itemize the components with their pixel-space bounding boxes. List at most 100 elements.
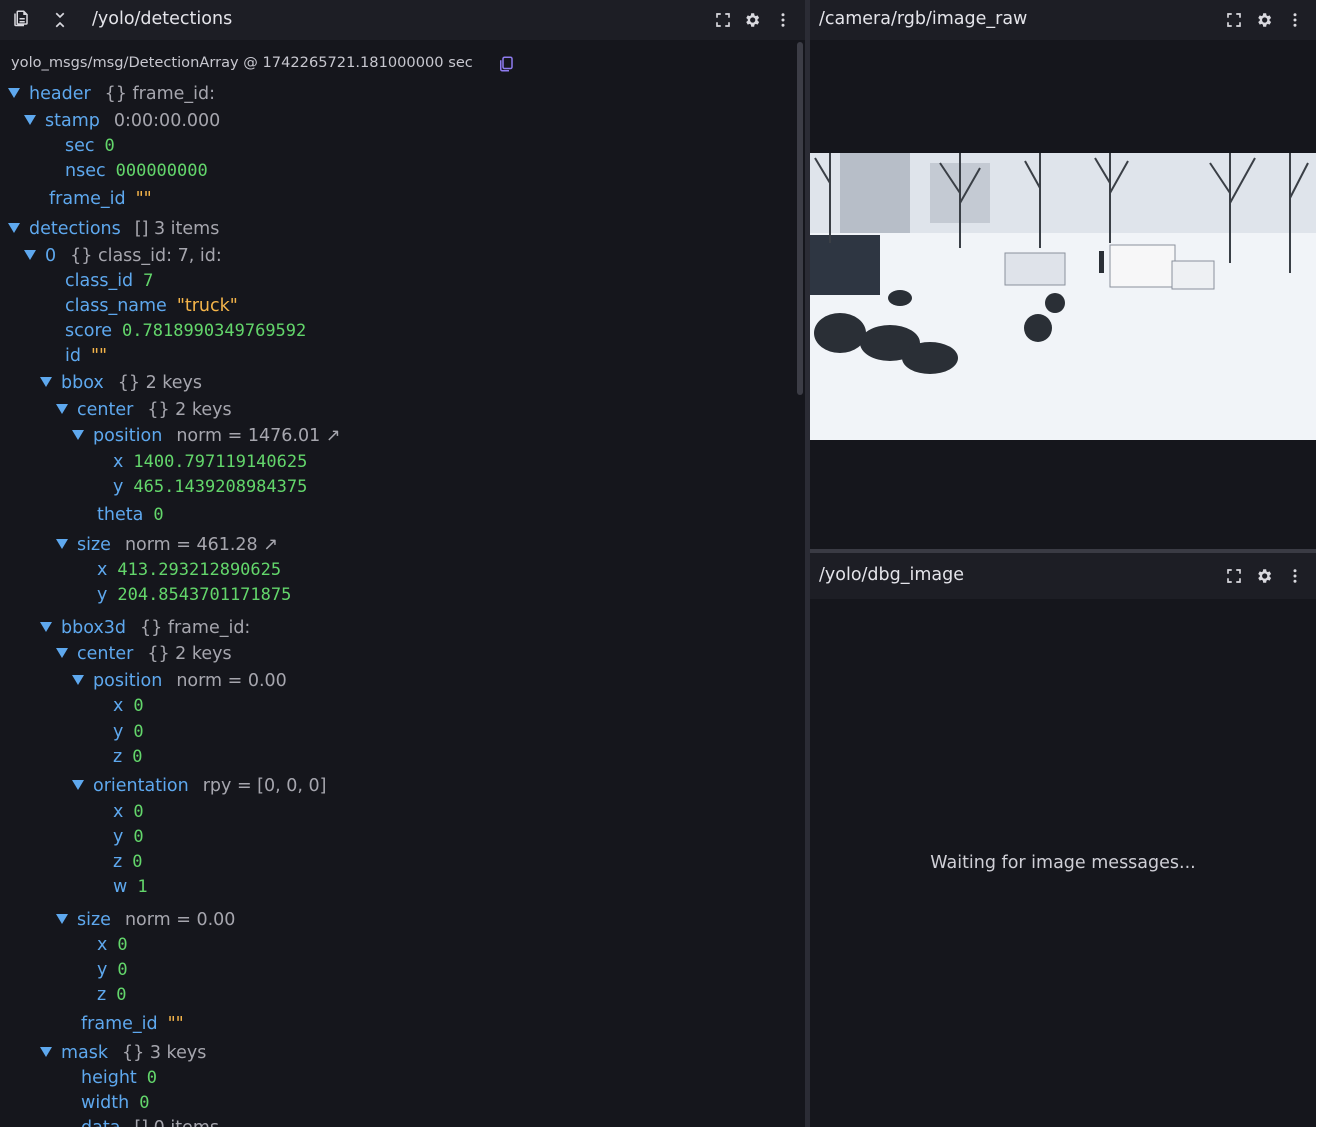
tree-key: center <box>77 400 134 420</box>
more-vertical-icon[interactable] <box>1286 11 1304 29</box>
tree-value: 1400.797119140625 <box>133 452 308 472</box>
tree-key: bbox3d <box>61 618 126 638</box>
tree-row[interactable]: bbox {} 2 keys <box>40 372 202 394</box>
tree-key: stamp <box>45 111 100 131</box>
window-edge <box>1316 0 1322 1127</box>
expand-triangle-icon[interactable] <box>56 539 68 549</box>
tree-key: center <box>77 644 134 664</box>
tree-row[interactable]: size norm = 0.00 <box>56 909 235 931</box>
more-vertical-icon[interactable] <box>1286 567 1304 585</box>
image-panel-camera: /camera/rgb/image_raw <box>810 0 1316 549</box>
tree-key: score <box>65 321 113 341</box>
tree-key: y <box>113 827 124 847</box>
tree-value: 1 <box>137 877 148 897</box>
expand-triangle-icon[interactable] <box>72 430 84 440</box>
tree-row[interactable]: 0 {} class_id: 7, id: <box>24 245 222 267</box>
topic-title[interactable]: /yolo/dbg_image <box>819 565 964 585</box>
tree-value: 413.293212890625 <box>117 560 282 580</box>
tree-key: size <box>77 910 111 930</box>
tree-key: z <box>113 747 123 767</box>
tree-key: size <box>77 535 111 555</box>
tree-row[interactable]: position norm = 1476.01 ↗ <box>72 425 340 447</box>
tree-row: z0 <box>97 984 126 1006</box>
gear-icon[interactable] <box>1255 11 1273 29</box>
expand-triangle-icon[interactable] <box>56 648 68 658</box>
tree-value: 0 <box>139 1093 150 1113</box>
topic-title[interactable]: /camera/rgb/image_raw <box>819 9 1027 29</box>
tree-row[interactable]: center {} 2 keys <box>56 643 232 665</box>
tree-row: theta 0 <box>97 504 164 526</box>
tree-meta: {} 2 keys <box>147 644 232 664</box>
tree-row[interactable]: center {} 2 keys <box>56 399 232 421</box>
expand-triangle-icon[interactable] <box>56 914 68 924</box>
expand-triangle-icon[interactable] <box>40 622 52 632</box>
tree-key: height <box>81 1068 137 1088</box>
tree-value: 0 <box>132 852 143 872</box>
tree-meta: {} frame_id: <box>104 84 215 104</box>
tree-row: sec 0 <box>65 135 115 157</box>
tree-row: class_name "truck" <box>65 295 238 317</box>
tree-row: z0 <box>113 851 142 873</box>
tree-row[interactable]: position norm = 0.00 <box>72 670 287 692</box>
expand-triangle-icon[interactable] <box>24 250 36 260</box>
tree-row: data [] 0 items <box>81 1117 219 1127</box>
tree-row: frame_id "" <box>81 1013 184 1035</box>
tree-row: class_id 7 <box>65 270 153 292</box>
tree-meta: 0:00:00.000 <box>113 111 221 131</box>
tree-row: y 465.1439208984375 <box>113 476 307 498</box>
tree-key: y <box>97 960 108 980</box>
expand-triangle-icon[interactable] <box>56 404 68 414</box>
tree-key: nsec <box>65 161 106 181</box>
tree-key: position <box>93 671 163 691</box>
tree-meta: norm = 0.00 <box>124 910 236 930</box>
tree-key: x <box>113 802 124 822</box>
scrollbar[interactable] <box>797 42 803 395</box>
tree-row: x0 <box>113 695 144 717</box>
tree-meta: {} 2 keys <box>147 400 232 420</box>
tree-row: height 0 <box>81 1067 157 1089</box>
tree-key: position <box>93 426 163 446</box>
tree-row: x 1400.797119140625 <box>113 451 307 473</box>
expand-triangle-icon[interactable] <box>24 115 36 125</box>
tree-value: 465.1439208984375 <box>133 477 308 497</box>
expand-triangle-icon[interactable] <box>72 780 84 790</box>
tree-key: class_id <box>65 271 134 291</box>
tree-key: theta <box>97 505 144 525</box>
tree-row[interactable]: detections [] 3 items <box>8 218 219 240</box>
tree-row[interactable]: header {} frame_id: <box>8 83 215 105</box>
tree-key: id <box>65 346 81 366</box>
expand-triangle-icon[interactable] <box>8 88 20 98</box>
tree-key: frame_id <box>81 1014 158 1034</box>
tree-row: x0 <box>97 934 128 956</box>
tree-row: z0 <box>113 746 142 768</box>
tree-key: x <box>113 696 124 716</box>
tree-key: sec <box>65 136 95 156</box>
tree-meta: rpy = [0, 0, 0] <box>202 776 327 796</box>
tree-key: detections <box>29 219 121 239</box>
tree-key: y <box>113 722 124 742</box>
tree-key: y <box>97 585 108 605</box>
tree-row: score 0.7818990349769592 <box>65 320 306 342</box>
tree-row: id "" <box>65 345 107 367</box>
tree-row[interactable]: orientation rpy = [0, 0, 0] <box>72 775 327 797</box>
tree-key: x <box>97 935 108 955</box>
expand-triangle-icon[interactable] <box>72 675 84 685</box>
tree-key: y <box>113 477 124 497</box>
tree-row[interactable]: size norm = 461.28 ↗ <box>56 534 278 556</box>
tree-key: x <box>113 452 124 472</box>
fullscreen-icon[interactable] <box>1225 11 1243 29</box>
gear-icon[interactable] <box>1255 567 1273 585</box>
tree-row: y0 <box>97 959 128 981</box>
tree-value: 0 <box>146 1068 158 1088</box>
tree-key: 0 <box>45 246 57 266</box>
expand-triangle-icon[interactable] <box>40 1047 52 1057</box>
tree-row[interactable]: stamp 0:00:00.000 <box>24 110 220 132</box>
fullscreen-icon[interactable] <box>1225 567 1243 585</box>
tree-value: 0 <box>133 722 144 742</box>
tree-meta: {} 2 keys <box>117 373 203 393</box>
tree-meta: norm = 0.00 <box>176 671 287 691</box>
expand-triangle-icon[interactable] <box>8 223 20 233</box>
tree-row[interactable]: bbox3d {} frame_id: <box>40 617 250 639</box>
expand-triangle-icon[interactable] <box>40 377 52 387</box>
tree-row[interactable]: mask {} 3 keys <box>40 1042 206 1064</box>
